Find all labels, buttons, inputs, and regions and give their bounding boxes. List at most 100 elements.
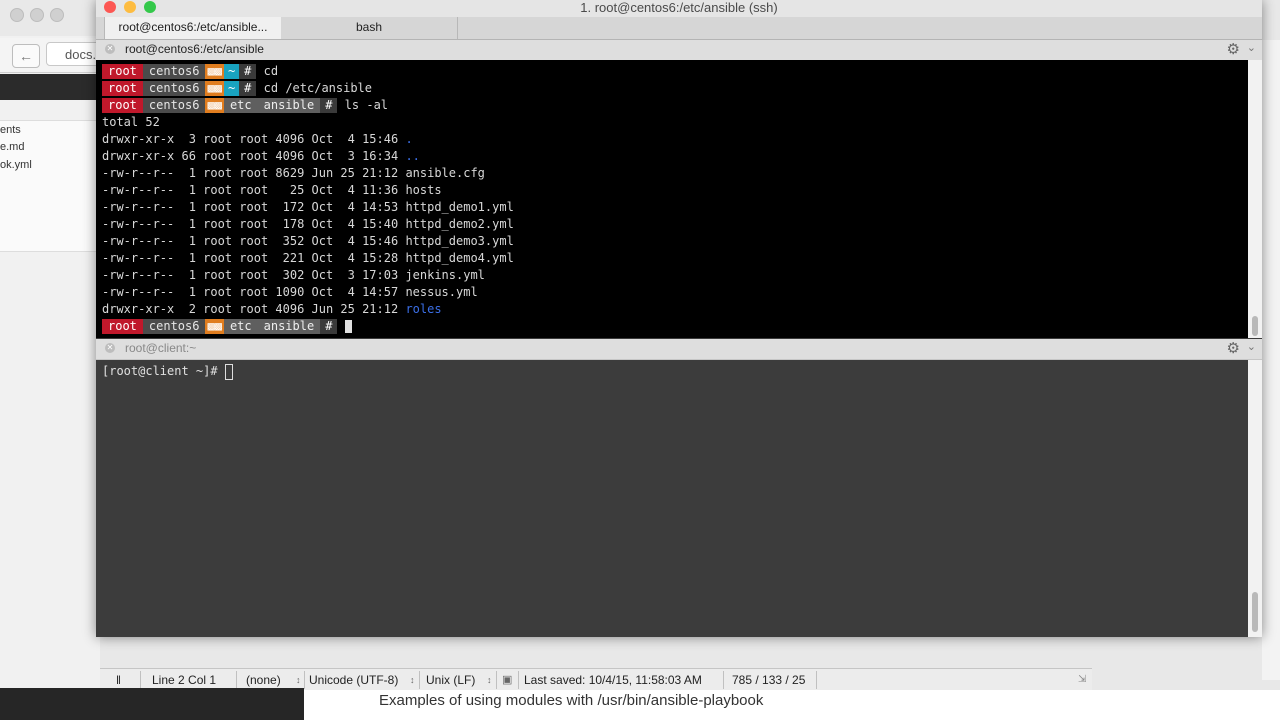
listing-file-name: httpd_demo4.yml: [405, 251, 514, 265]
prompt-line: root centos6 ▩▩ ~ # cd: [102, 63, 278, 80]
background-browser-window: [0, 0, 100, 720]
command-text: cd: [263, 64, 279, 78]
prompt-user: root: [102, 319, 143, 334]
client-prompt: [root@client ~]#: [102, 364, 225, 378]
prompt-hash: #: [239, 64, 257, 79]
resize-grip-icon[interactable]: ⇲: [1078, 674, 1086, 685]
back-arrow-icon[interactable]: ←: [12, 44, 40, 68]
prompt-separator-icon: ▩▩: [205, 319, 224, 334]
command-text: cd /etc/ansible: [263, 81, 373, 95]
listing-row: -rw-r--r-- 1 root root 178 Oct 4 15:40 h…: [102, 216, 514, 233]
close-window-button[interactable]: [104, 1, 116, 13]
listing-meta: -rw-r--r-- 1 root root 221 Oct 4 15:28: [102, 251, 406, 265]
listing-dir-name: .: [405, 132, 413, 146]
command-text: ls -al: [344, 98, 389, 112]
listing-meta: -rw-r--r-- 1 root root 178 Oct 4 15:40: [102, 217, 406, 231]
tab-bash[interactable]: bash: [281, 17, 458, 39]
close-pane-icon[interactable]: ✕: [105, 343, 115, 353]
encoding-chevron-icon: ↕: [410, 675, 415, 685]
listing-meta: -rw-r--r-- 1 root root 172 Oct 4 14:53: [102, 200, 406, 214]
listing-row: -rw-r--r-- 1 root root 221 Oct 4 15:28 h…: [102, 250, 514, 267]
minimize-window-button[interactable]: [124, 1, 136, 13]
listing-dir-name: roles: [405, 302, 442, 316]
pane-header-ssh: ✕ root@centos6:/etc/ansible ⚙ ⌄: [96, 40, 1262, 61]
terminal-pane-client[interactable]: [96, 360, 1248, 637]
listing-row: drwxr-xr-x 3 root root 4096 Oct 4 15:46 …: [102, 131, 413, 148]
file-list-item[interactable]: ok.yml: [0, 159, 32, 171]
client-prompt-line: [root@client ~]#: [102, 363, 233, 380]
syntax-chevron-icon: ↕: [296, 675, 301, 685]
prompt-home: ~: [223, 81, 240, 96]
prompt-hash: #: [239, 81, 257, 96]
listing-meta: -rw-r--r-- 1 root root 302 Oct 3 17:03: [102, 268, 406, 282]
bg-zoom-dot: [50, 8, 64, 22]
status-encoding[interactable]: Unicode (UTF-8): [309, 673, 398, 687]
prompt-dir: etc: [223, 319, 258, 334]
output-total: total 52: [102, 115, 160, 129]
listing-row: -rw-r--r-- 1 root root 1090 Oct 4 14:57 …: [102, 284, 478, 301]
tab-ssh[interactable]: root@centos6:/etc/ansible...: [104, 17, 282, 39]
chevron-down-icon[interactable]: ⌄: [1247, 41, 1256, 54]
window-title: 1. root@centos6:/etc/ansible (ssh): [580, 0, 778, 15]
background-file-list: ents e.md ok.yml: [0, 120, 100, 252]
scrollbar-thumb-client[interactable]: [1252, 592, 1258, 632]
listing-row: drwxr-xr-x 2 root root 4096 Jun 25 21:12…: [102, 301, 442, 318]
listing-row: -rw-r--r-- 1 root root 172 Oct 4 14:53 h…: [102, 199, 514, 216]
status-line-endings[interactable]: Unix (LF): [426, 673, 475, 687]
lock-icon[interactable]: ▣: [502, 673, 512, 686]
prompt-separator-icon: ▩▩: [205, 81, 224, 96]
terminal-cursor: [344, 320, 352, 333]
status-last-saved: Last saved: 10/4/15, 11:58:03 AM: [524, 673, 702, 687]
listing-row: -rw-r--r-- 1 root root 352 Oct 4 15:46 h…: [102, 233, 514, 250]
file-list-item[interactable]: ents: [0, 124, 21, 136]
pane-title-ssh: root@centos6:/etc/ansible: [125, 42, 264, 56]
bg-close-dot: [10, 8, 24, 22]
gear-icon[interactable]: ⚙: [1227, 40, 1240, 58]
listing-meta: -rw-r--r-- 1 root root 25 Oct 4 11:36: [102, 183, 406, 197]
listing-file-name: httpd_demo2.yml: [405, 217, 514, 231]
prompt-host: centos6: [142, 64, 206, 79]
scrollbar-thumb-ssh[interactable]: [1252, 316, 1258, 336]
listing-row: -rw-r--r-- 1 root root 302 Oct 3 17:03 j…: [102, 267, 485, 284]
status-counts: 785 / 133 / 25: [732, 673, 806, 687]
prompt-separator-icon: ▩▩: [205, 98, 224, 113]
background-window-edge: [1262, 40, 1280, 680]
status-syntax[interactable]: (none): [246, 673, 281, 687]
listing-file-name: httpd_demo3.yml: [405, 234, 514, 248]
caption-text: Examples of using modules with /usr/bin/…: [379, 692, 764, 709]
prompt-dir: ansible: [257, 98, 321, 113]
listing-file-name: nessus.yml: [405, 285, 478, 299]
prompt-separator-icon: ▩▩: [205, 64, 224, 79]
close-pane-icon[interactable]: ✕: [105, 44, 115, 54]
prompt-line: root centos6 ▩▩ ~ # cd /etc/ansible: [102, 80, 372, 97]
gear-icon[interactable]: ⚙: [1227, 339, 1240, 357]
listing-meta: -rw-r--r-- 1 root root 8629 Jun 25 21:12: [102, 166, 406, 180]
pane-title-client: root@client:~: [125, 341, 197, 355]
prompt-dir: ansible: [257, 319, 321, 334]
listing-file-name: hosts: [405, 183, 442, 197]
terminal-cursor: [224, 363, 233, 380]
background-dark-strip: [0, 74, 100, 100]
prompt-line: root centos6 ▩▩ etc ansible # ls -al: [102, 97, 388, 114]
status-grip-icon: ‖: [116, 673, 121, 687]
prompt-host: centos6: [142, 98, 206, 113]
zoom-window-button[interactable]: [144, 1, 156, 13]
listing-row: drwxr-xr-x 66 root root 4096 Oct 3 16:34…: [102, 148, 420, 165]
listing-file-name: ansible.cfg: [405, 166, 485, 180]
prompt-user: root: [102, 64, 143, 79]
bg-minimize-dot: [30, 8, 44, 22]
scrollbar-ssh[interactable]: [1248, 60, 1262, 338]
listing-row: -rw-r--r-- 1 root root 25 Oct 4 11:36 ho…: [102, 182, 442, 199]
listing-meta: -rw-r--r-- 1 root root 352 Oct 4 15:46: [102, 234, 406, 248]
status-position[interactable]: Line 2 Col 1: [152, 673, 216, 687]
bottom-dark-panel: [0, 688, 304, 720]
prompt-hash: #: [320, 98, 338, 113]
file-list-item[interactable]: e.md: [0, 141, 24, 153]
chevron-down-icon[interactable]: ⌄: [1247, 340, 1256, 353]
listing-row: -rw-r--r-- 1 root root 8629 Jun 25 21:12…: [102, 165, 485, 182]
prompt-user: root: [102, 98, 143, 113]
listing-dir-name: ..: [405, 149, 420, 163]
prompt-hash: #: [320, 319, 338, 334]
listing-meta: drwxr-xr-x 3 root root 4096 Oct 4 15:46: [102, 132, 406, 146]
prompt-host: centos6: [142, 319, 206, 334]
